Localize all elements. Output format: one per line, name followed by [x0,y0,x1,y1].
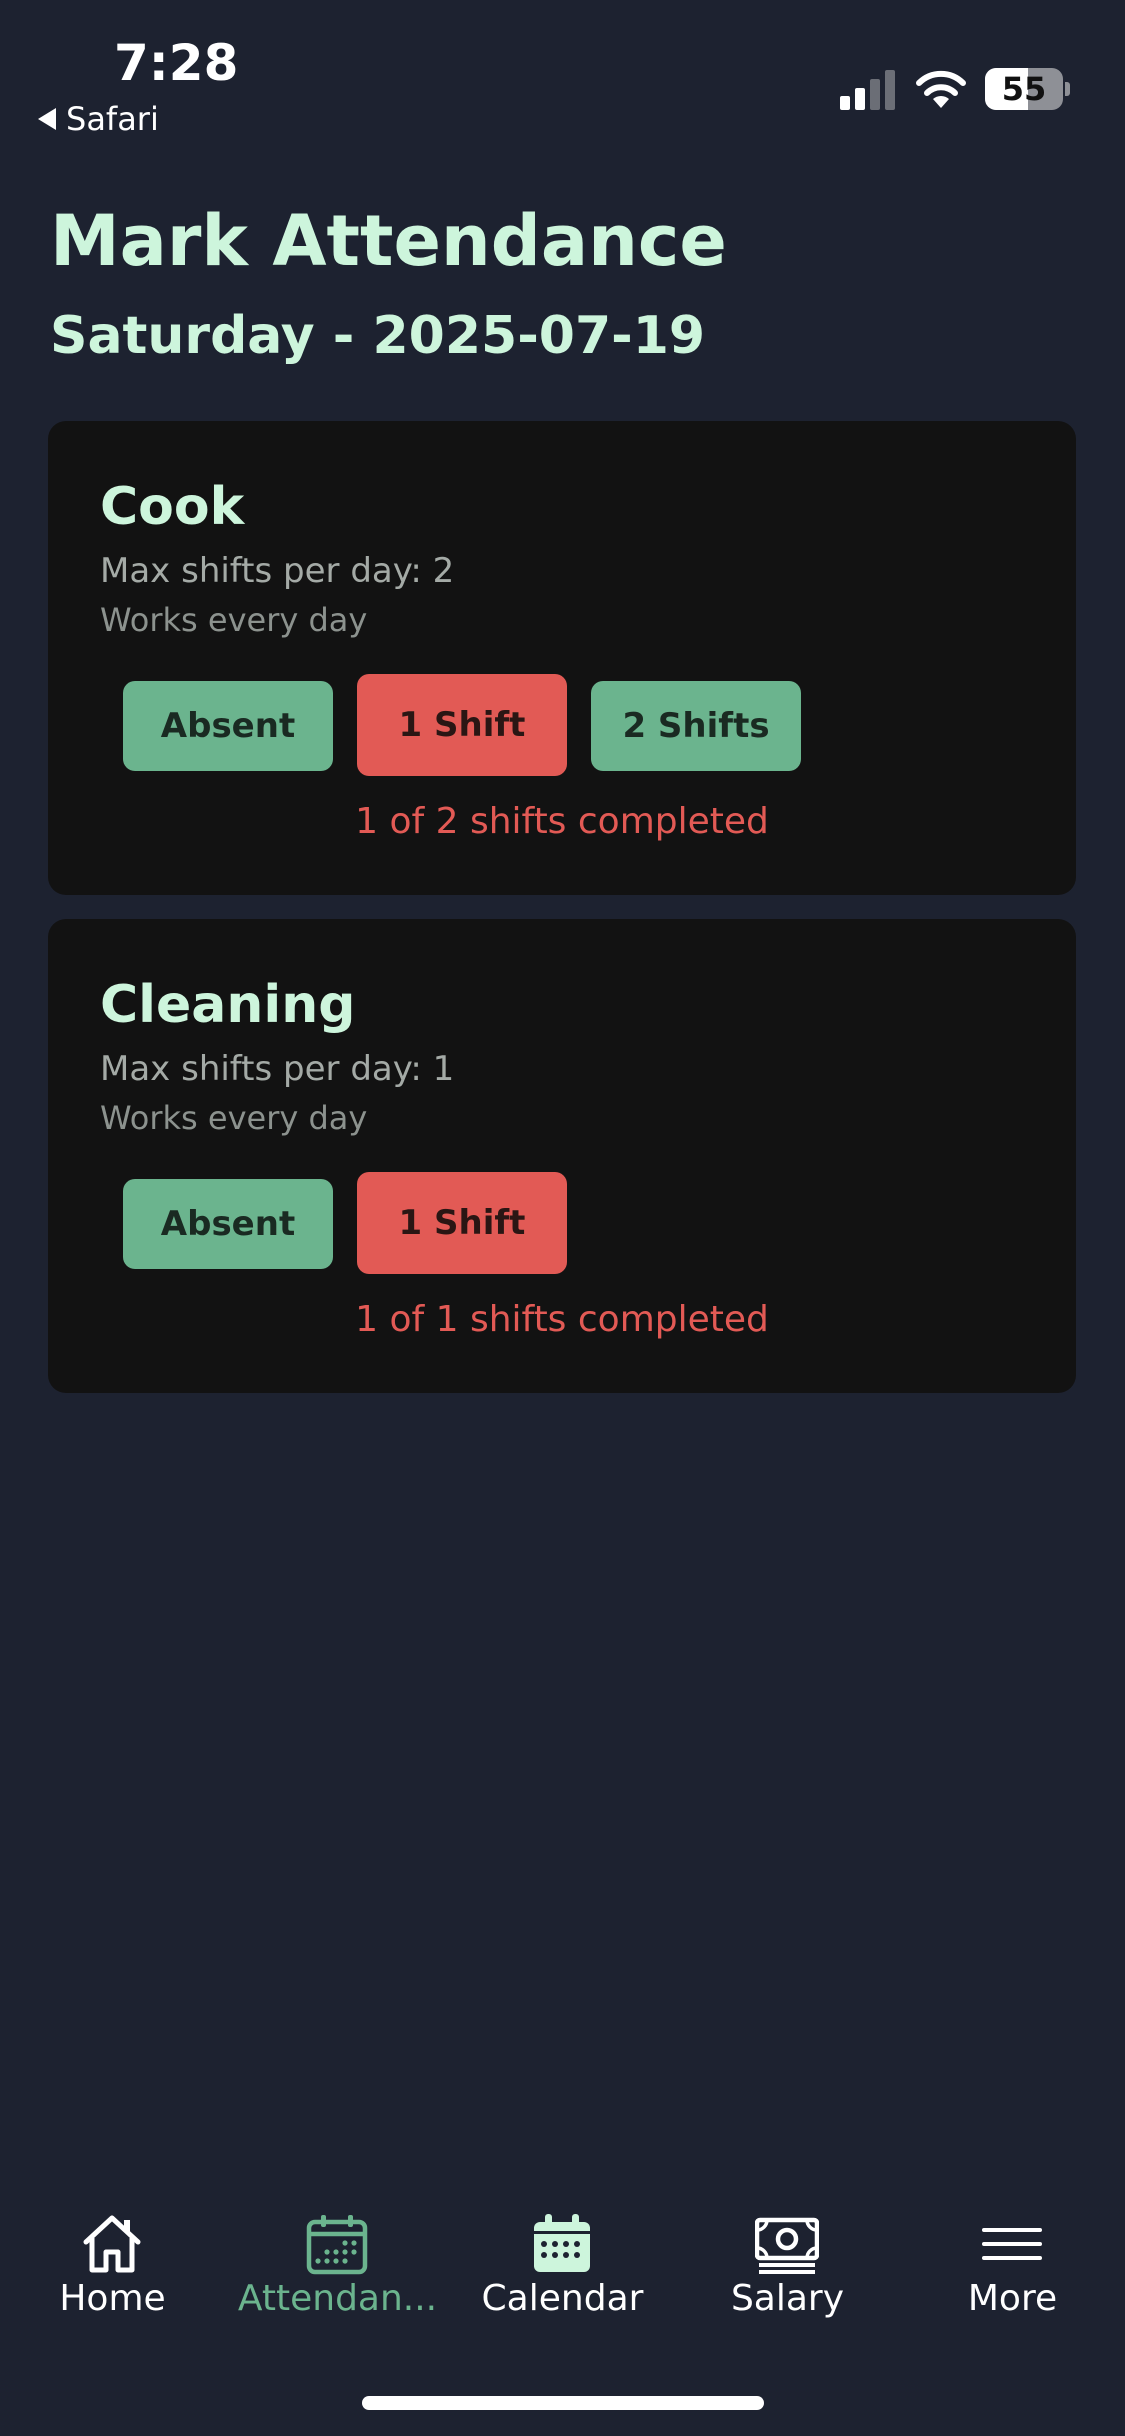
schedule-text: Works every day [100,1099,368,1137]
tab-more[interactable]: More [900,2200,1125,2320]
page-date: Saturday - 2025-07-19 [50,306,706,366]
absent-button[interactable]: Absent [123,681,333,771]
tab-home[interactable]: Home [0,2200,225,2320]
one-shift-button[interactable]: 1 Shift [357,674,567,776]
attendance-calendar-icon [306,2215,368,2275]
bottom-tab-bar: Home Attendan... Calendar Salary More [0,2200,1125,2320]
max-shifts-text: Max shifts per day: 2 [100,551,455,591]
shift-progress-text: 1 of 2 shifts completed [355,801,769,842]
menu-icon [982,2228,1042,2260]
employee-name: Cook [100,477,245,537]
two-shifts-button[interactable]: 2 Shifts [591,681,801,771]
employee-card-cleaning: Cleaning Max shifts per day: 1 Works eve… [48,919,1076,1393]
home-indicator[interactable] [362,2396,764,2410]
employee-card-cook: Cook Max shifts per day: 2 Works every d… [48,421,1076,895]
schedule-text: Works every day [100,601,368,639]
tab-label: Calendar [481,2278,644,2319]
back-arrow-icon [38,108,56,130]
tab-label: Attendan... [237,2278,438,2319]
max-shifts-text: Max shifts per day: 1 [100,1049,455,1089]
tab-label: More [967,2278,1058,2319]
tab-label: Home [59,2278,166,2319]
back-label: Safari [66,100,159,138]
tab-attendance[interactable]: Attendan... [225,2200,450,2320]
back-to-safari-link[interactable]: Safari [38,100,159,138]
cash-icon [755,2217,819,2274]
battery-level: 55 [1001,70,1047,108]
tab-calendar[interactable]: Calendar [450,2200,675,2320]
cellular-signal-icon [840,70,895,110]
home-icon [83,2215,141,2273]
tab-salary[interactable]: Salary [675,2200,900,2320]
page-title: Mark Attendance [50,200,727,282]
status-bar: 7:28 Safari 55 [0,0,1125,150]
tab-label: Salary [730,2278,845,2319]
battery-icon: 55 [985,68,1070,110]
one-shift-button[interactable]: 1 Shift [357,1172,567,1274]
shift-progress-text: 1 of 1 shifts completed [355,1299,769,1340]
wifi-icon [916,70,966,108]
calendar-icon [534,2214,590,2272]
status-time: 7:28 [114,34,239,92]
employee-name: Cleaning [100,975,356,1035]
absent-button[interactable]: Absent [123,1179,333,1269]
